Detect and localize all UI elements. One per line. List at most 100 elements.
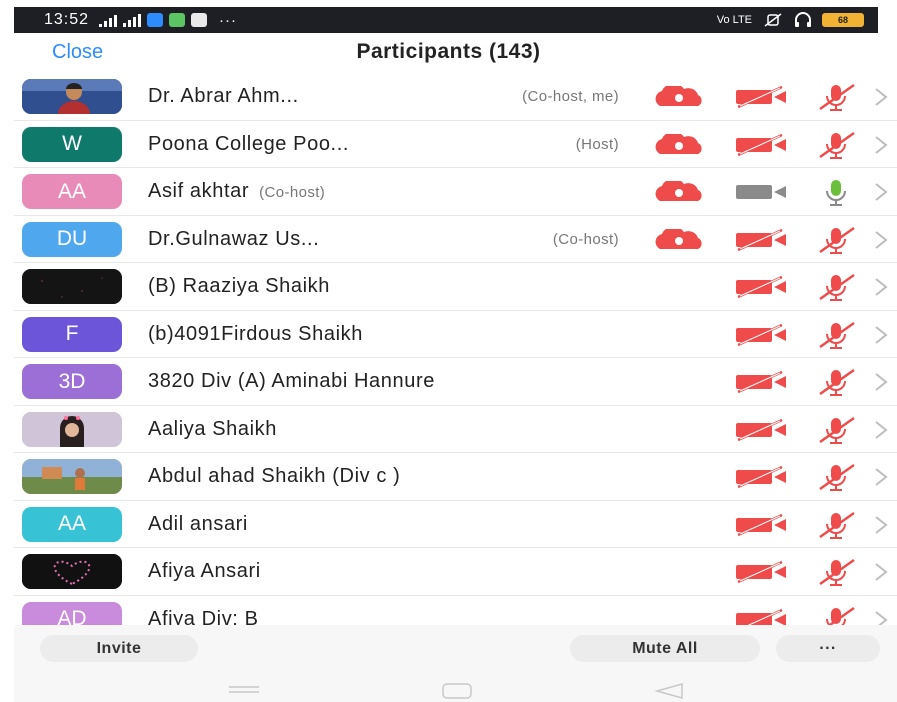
mic-muted-icon[interactable] [814,366,858,398]
home-nav-icon[interactable] [442,683,472,699]
participant-role: (Co-host) [259,184,326,201]
video-off-icon[interactable] [734,228,788,252]
recording-cloud-icon [655,181,702,201]
mic-muted-icon[interactable] [814,461,858,493]
participant-avatar: DU [22,221,122,257]
participant-row[interactable]: Afiya Ansari [14,548,897,596]
participant-avatar: 3D [22,364,122,399]
recording-cloud-icon [655,86,702,106]
video-off-icon[interactable] [734,418,788,442]
participant-row[interactable]: Abdul ahad Shaikh (Div c ) [14,453,897,501]
chevron-right-icon[interactable] [872,418,890,442]
participant-name: Asif akhtar (Co-host) [148,180,325,203]
vibrate-mute-icon [764,13,782,27]
participant-avatar [22,269,122,304]
mic-muted-icon[interactable] [814,509,858,541]
video-off-icon[interactable] [734,513,788,537]
signal-icon [99,13,118,27]
mic-on-icon[interactable] [814,176,858,208]
participant-name-text: Dr. Abrar Ahm... [148,85,299,107]
chevron-right-icon[interactable] [872,228,890,252]
invite-button[interactable]: Invite [40,635,198,662]
participant-name-text: Aaliya Shaikh [148,417,277,440]
participant-name-text: (b)4091Firdous Shaikh [148,322,363,345]
participant-name: Afiya Ansari [148,560,261,583]
participant-row[interactable]: AA Adil ansari [14,501,897,548]
gallery-app-icon [191,13,208,27]
mic-muted-icon[interactable] [814,224,858,256]
participant-name: 3820 Div (A) Aminabi Hannure [148,370,435,393]
participant-row[interactable]: W Poona College Poo... (Host) [14,121,897,168]
more-options-button[interactable]: ··· [776,635,880,662]
participant-avatar: F [22,316,122,352]
participant-avatar [22,459,122,494]
participant-avatar: AA [22,506,122,542]
participant-row[interactable]: 3D 3820 Div (A) Aminabi Hannure [14,358,897,406]
battery-icon: 68 [822,13,864,27]
mic-muted-icon[interactable] [814,414,858,446]
participant-name-text: 3820 Div (A) Aminabi Hannure [148,370,435,392]
status-bar: 13:52 ··· Vo LTE 68 [14,7,878,33]
chevron-right-icon[interactable] [872,465,890,489]
chevron-right-icon[interactable] [872,180,890,204]
participant-avatar: W [22,126,122,162]
participant-name-text: Asif akhtar [148,180,250,202]
participant-name-text: Abdul ahad Shaikh (Div c ) [148,465,401,487]
chevron-right-icon[interactable] [872,133,890,157]
participant-name: Poona College Poo... [148,133,349,156]
messaging-app-icon [169,13,186,27]
video-off-icon[interactable] [734,370,788,394]
participants-header: Close Participants (143) [0,33,897,73]
mic-muted-icon[interactable] [814,129,858,161]
participant-list: Dr. Abrar Ahm... (Co-host, me) W Poona Coll… [14,73,897,643]
video-off-icon[interactable] [734,275,788,299]
status-right-icons: Vo LTE 68 [717,12,864,28]
back-nav-icon[interactable] [654,683,684,699]
participant-row[interactable]: Aaliya Shaikh [14,406,897,453]
video-off-icon[interactable] [734,133,788,157]
chevron-right-icon[interactable] [872,275,890,299]
participant-name-text: Dr.Gulnawaz Us... [148,227,320,250]
chevron-right-icon[interactable] [872,560,890,584]
participant-role: (Co-host) [552,230,619,248]
video-off-icon[interactable] [734,85,788,109]
status-left-icons: ··· [99,12,237,29]
participant-row[interactable]: (B) Raaziya Shaikh [14,263,897,311]
participant-avatar: AA [22,174,122,209]
video-off-icon[interactable] [734,323,788,347]
participant-name: Dr. Abrar Ahm... [148,85,299,108]
volte-icon: Vo LTE [716,14,752,26]
chevron-right-icon[interactable] [872,370,890,394]
recording-cloud-icon [655,228,702,249]
participant-name-text: Adil ansari [148,512,248,535]
participant-name: (b)4091Firdous Shaikh [148,323,363,346]
mic-muted-icon[interactable] [814,556,858,588]
page-title: Participants (143) [356,40,541,63]
mute-all-button[interactable]: Mute All [570,635,760,662]
chevron-right-icon[interactable] [872,85,890,109]
participant-name-text: (B) Raaziya Shaikh [148,275,330,297]
mic-muted-icon[interactable] [814,271,858,303]
mic-muted-icon[interactable] [814,319,858,351]
participant-role: (Host) [575,135,619,153]
video-on-icon[interactable] [734,180,788,204]
participant-role: (Co-host, me) [522,88,619,105]
chevron-right-icon[interactable] [872,323,890,347]
video-off-icon[interactable] [734,465,788,489]
android-nav-bar [14,681,897,701]
participant-name: Aaliya Shaikh [148,418,277,441]
zoom-app-icon [147,13,164,27]
participant-row[interactable]: F (b)4091Firdous Shaikh [14,311,897,358]
menu-nav-icon[interactable] [229,685,259,697]
mic-muted-icon[interactable] [814,81,858,113]
chevron-right-icon[interactable] [872,513,890,537]
participant-row[interactable]: AA Asif akhtar (Co-host) [14,168,897,216]
bottom-action-bar: Invite Mute All ··· [14,625,897,702]
status-time: 13:52 [44,11,90,28]
participant-name-text: Afiya Ansari [148,560,261,582]
participant-avatar [22,411,122,447]
participant-name: Adil ansari [148,513,248,536]
participant-row[interactable]: DU Dr.Gulnawaz Us... (Co-host) [14,216,897,263]
video-off-icon[interactable] [734,560,788,584]
participant-row[interactable]: Dr. Abrar Ahm... (Co-host, me) [14,73,897,121]
